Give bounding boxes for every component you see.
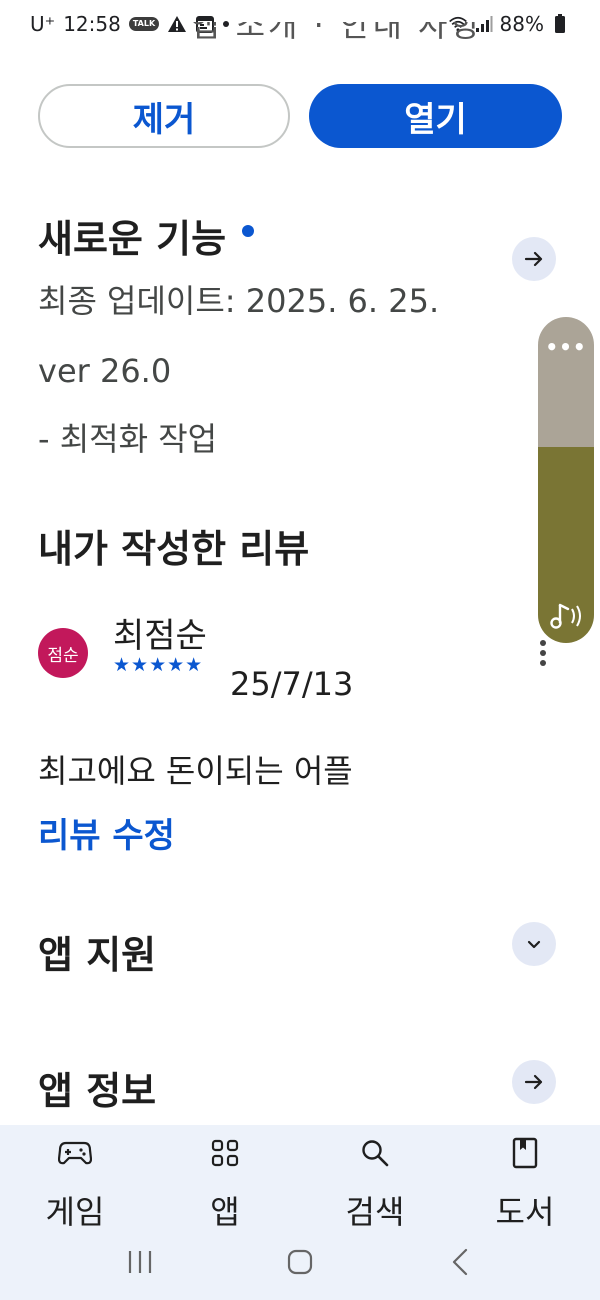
app-support-expand-button[interactable] bbox=[512, 922, 556, 966]
avatar: 점순 bbox=[38, 628, 88, 678]
music-note-icon bbox=[546, 599, 586, 633]
battery-icon bbox=[550, 14, 570, 34]
nav-item-apps[interactable]: 앱 bbox=[150, 1135, 300, 1233]
review-date: 25/7/13 bbox=[230, 665, 354, 703]
app-info-arrow-button[interactable] bbox=[512, 1060, 556, 1104]
overlay-menu-icon[interactable]: ••• bbox=[538, 335, 594, 359]
whats-new-title: 새로운 기능 bbox=[38, 217, 227, 261]
kakaotalk-icon: TALK bbox=[128, 17, 160, 31]
apps-grid-icon bbox=[207, 1135, 243, 1171]
nav-item-search[interactable]: 검색 bbox=[300, 1135, 450, 1233]
open-button[interactable]: 열기 bbox=[309, 84, 562, 148]
remove-button[interactable]: 제거 bbox=[38, 84, 290, 148]
version-label: ver 26.0 bbox=[38, 352, 172, 390]
warning-icon bbox=[167, 14, 187, 34]
app-info-heading: 앱 정보 bbox=[38, 1069, 157, 1113]
clock: 12:58 bbox=[63, 12, 121, 36]
nav-item-games[interactable]: 게임 bbox=[0, 1135, 150, 1233]
review-body: 최고에요 돈이되는 어플 bbox=[38, 752, 353, 790]
recent-apps-icon[interactable] bbox=[120, 1242, 160, 1282]
home-icon[interactable] bbox=[280, 1242, 320, 1282]
clipped-heading-text: 앱 소개 · 안내 사항 bbox=[190, 22, 483, 44]
star-rating: ★★★★★ bbox=[113, 654, 204, 676]
new-indicator-dot bbox=[242, 224, 255, 237]
nav-label-search: 검색 bbox=[345, 1193, 405, 1231]
update-note: - 최적화 작업 bbox=[38, 420, 218, 458]
nav-item-books[interactable]: 도서 bbox=[450, 1135, 600, 1233]
volume-overlay[interactable]: ••• bbox=[538, 317, 594, 643]
book-icon bbox=[507, 1135, 543, 1171]
search-icon bbox=[357, 1135, 393, 1171]
carrier-label: U⁺ bbox=[30, 12, 56, 36]
whats-new-heading: 새로운 기능 bbox=[38, 208, 255, 263]
nav-label-games: 게임 bbox=[45, 1193, 105, 1231]
clipped-heading: 앱 소개 · 안내 사항 bbox=[190, 22, 520, 52]
nav-label-apps: 앱 bbox=[210, 1193, 240, 1231]
my-review-heading: 내가 작성한 리뷰 bbox=[38, 527, 310, 571]
nav-label-books: 도서 bbox=[495, 1193, 555, 1231]
system-navigation bbox=[0, 1240, 600, 1284]
reviewer-name: 최점순 bbox=[113, 616, 207, 656]
back-icon[interactable] bbox=[440, 1242, 480, 1282]
chevron-down-icon bbox=[527, 940, 541, 949]
whats-new-arrow-button[interactable] bbox=[512, 237, 556, 281]
last-updated: 최종 업데이트: 2025. 6. 25. bbox=[38, 282, 440, 320]
edit-review-link[interactable]: 리뷰 수정 bbox=[38, 808, 175, 857]
arrow-right-icon bbox=[524, 1074, 543, 1090]
gamepad-icon bbox=[57, 1135, 93, 1171]
arrow-right-icon bbox=[524, 251, 543, 267]
app-support-heading: 앱 지원 bbox=[38, 933, 157, 977]
